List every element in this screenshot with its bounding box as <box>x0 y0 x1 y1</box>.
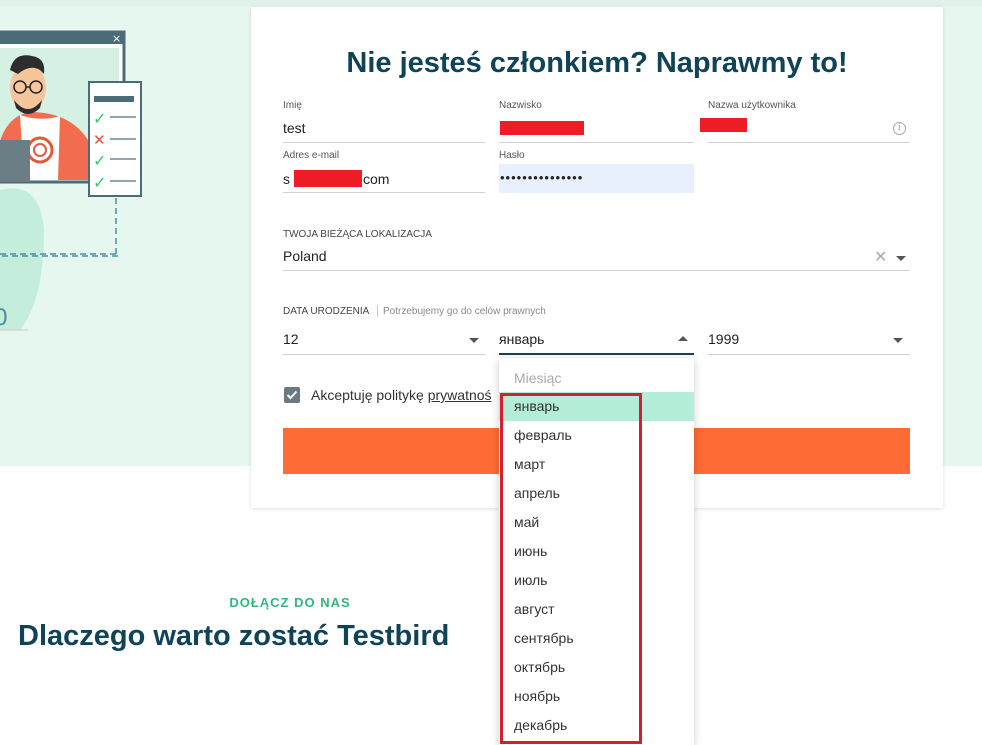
redacted-username <box>700 118 747 132</box>
email-label: Adres e-mail <box>283 150 340 161</box>
form-title: Nie jesteś członkiem? Naprawmy to! <box>346 47 848 79</box>
email-value-suffix: com <box>363 171 390 187</box>
first-name-field[interactable]: Imię test <box>283 100 485 143</box>
month-dropdown-placeholder: Miesiąc <box>514 370 562 386</box>
username-underline <box>708 142 910 143</box>
month-value: январь <box>499 331 545 347</box>
svg-text:×: × <box>112 32 121 45</box>
svg-text:✓: ✓ <box>93 173 106 192</box>
last-name-underline <box>499 142 694 143</box>
day-chevron-down-icon[interactable] <box>469 338 479 343</box>
svg-text:✓: ✓ <box>93 109 106 128</box>
tester-illustration: × ✓ ✕ ✓ ✓ 0 <box>0 30 142 331</box>
email-value-prefix: s <box>283 171 290 187</box>
month-select[interactable]: январь <box>499 327 694 355</box>
year-select[interactable]: 1999 <box>708 327 910 355</box>
clear-location-icon[interactable]: ✕ <box>874 250 887 266</box>
last-name-label: Nazwisko <box>499 100 542 111</box>
location-label: TWOJA BIEŻĄCA LOKALIZACJA <box>283 229 432 240</box>
birthdate-divider <box>377 305 378 317</box>
annotation-highlight-box <box>500 393 642 744</box>
first-name-underline <box>283 142 485 143</box>
location-chevron-down-icon[interactable] <box>896 256 906 261</box>
svg-text:✓: ✓ <box>93 151 106 170</box>
consent-checkbox[interactable] <box>284 387 300 403</box>
day-value: 12 <box>283 331 299 347</box>
location-select[interactable]: Poland <box>283 245 910 271</box>
join-tag: DOŁĄCZ DO NAS <box>229 595 351 610</box>
username-label: Nazwa użytkownika <box>708 100 796 111</box>
year-chevron-down-icon[interactable] <box>893 338 903 343</box>
month-chevron-up-icon[interactable] <box>678 336 688 341</box>
email-underline <box>283 192 485 193</box>
birthdate-label: DATA URODZENIA <box>283 306 370 317</box>
first-name-value: test <box>283 120 306 136</box>
join-title: Dlaczego warto zostać Testbird <box>18 620 450 652</box>
location-underline <box>283 270 910 271</box>
birthdate-hint: Potrzebujemy go do celów prawnych <box>383 306 546 317</box>
month-underline <box>499 353 694 355</box>
day-select[interactable]: 12 <box>283 327 485 355</box>
privacy-policy-link[interactable]: prywatnoś <box>428 387 492 403</box>
location-value: Poland <box>283 248 327 264</box>
consent-text: Akceptuję politykę prywatnoś <box>311 387 492 403</box>
svg-text:✕: ✕ <box>93 131 106 149</box>
info-icon[interactable]: i <box>893 122 906 135</box>
day-underline <box>283 354 485 355</box>
consent-label: Akceptuję politykę <box>311 387 428 403</box>
svg-text:0: 0 <box>0 306 8 331</box>
year-underline <box>708 354 910 355</box>
password-value: ••••••••••••••• <box>500 170 584 185</box>
password-label: Hasło <box>499 150 525 161</box>
checkmark-icon <box>286 390 298 400</box>
redacted-email <box>294 170 362 187</box>
year-value: 1999 <box>708 331 740 347</box>
redacted-last-name <box>500 121 584 135</box>
first-name-label: Imię <box>283 100 302 111</box>
